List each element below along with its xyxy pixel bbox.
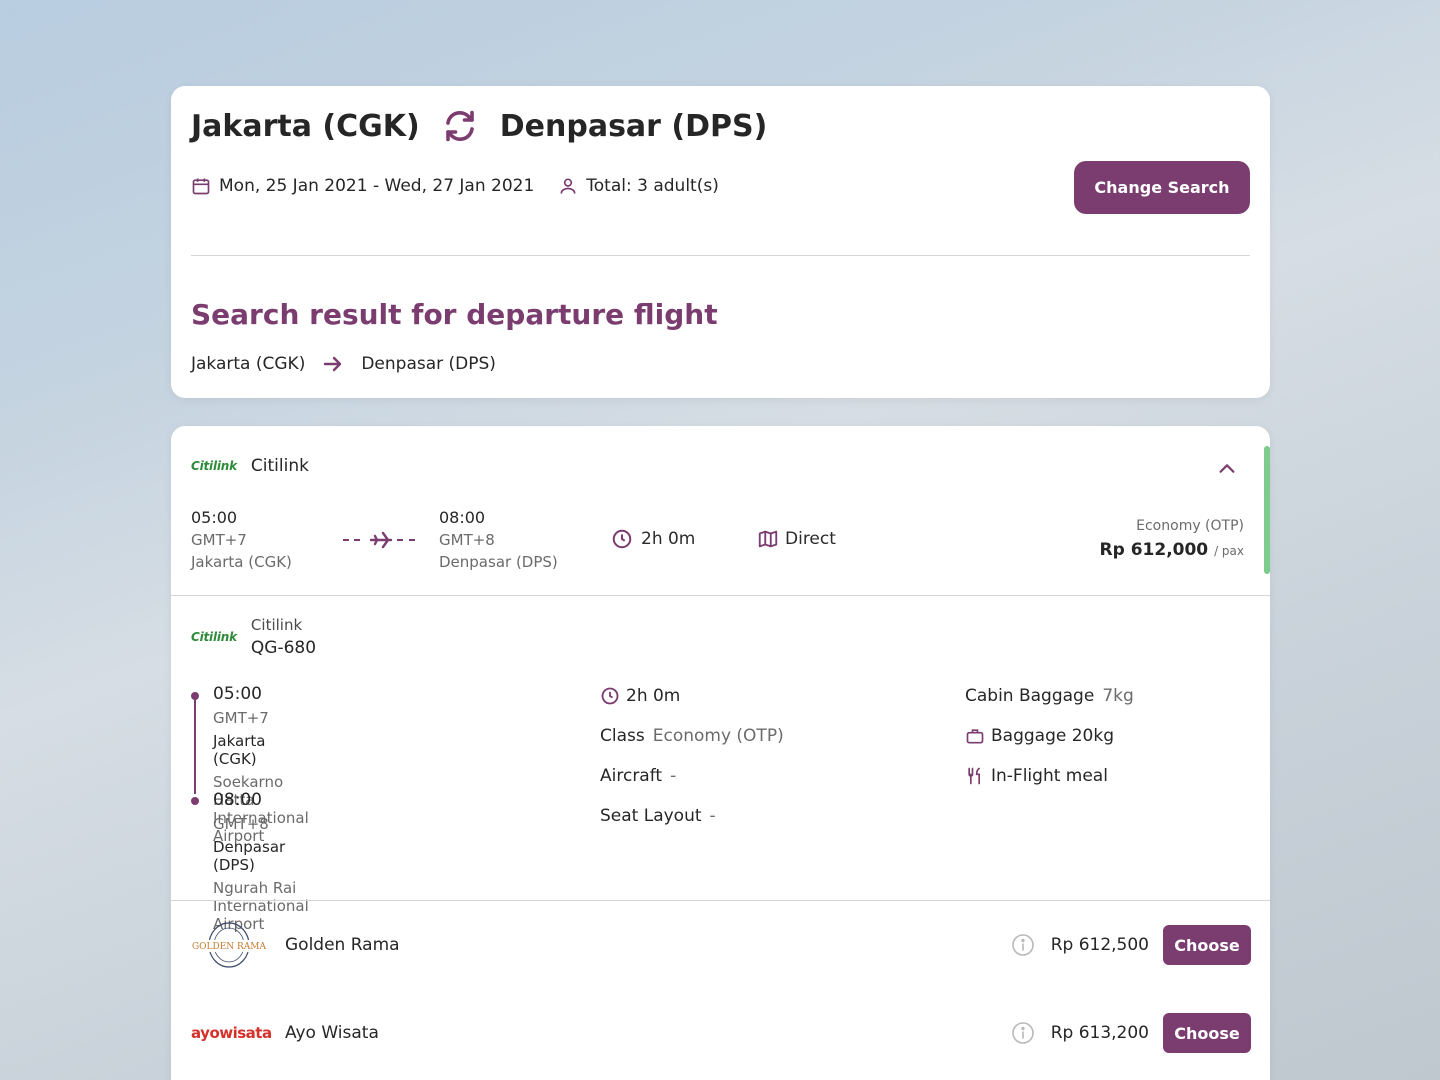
cabin-baggage-value: 7kg [1102,686,1134,706]
per-pax: / pax [1214,544,1244,558]
fare-price: Rp 612,000 [1099,540,1209,560]
stop-timezone: GMT+7 [213,709,269,727]
detail-duration: 2h 0m [600,686,784,726]
depart-city: Jakarta (CGK) [191,553,292,571]
flight-result-card: Citilink Citilink 05:00 GMT+7 Jakarta (C… [171,426,1270,1080]
info-icon[interactable] [1011,933,1035,957]
arrive-city: Denpasar (DPS) [439,553,558,571]
origin-city: Jakarta (CGK) [191,108,420,144]
result-origin: Jakarta (CGK) [191,354,306,374]
baggage-column: Cabin Baggage 7kg Baggage 20kg In-Flight… [965,686,1134,806]
depart-timezone: GMT+7 [191,531,247,549]
stop-time: 08:00 [213,790,262,810]
agent-row: ayowisata Ayo Wisata Rp 613,200 Choose [191,1003,1251,1063]
choose-button[interactable]: Choose [1163,1013,1251,1053]
duration-text: 2h 0m [626,686,681,706]
stop-city: Jakarta (CGK) [213,732,266,768]
divider [191,255,1250,256]
aircraft-value: - [670,766,677,786]
swap-route-icon[interactable] [442,108,478,144]
flight-header: Citilink Citilink [191,456,309,476]
golden-rama-logo-text: GOLDEN RAMA [192,942,267,952]
stop-time: 05:00 [213,684,262,704]
duration-text: 2h 0m [641,529,696,549]
fare-summary: Economy (OTP) Rp 612,000 / pax [1100,518,1244,560]
plane-icon [341,528,421,552]
agent-price: Rp 613,200 [1050,1023,1149,1043]
travel-dates: Mon, 25 Jan 2021 - Wed, 27 Jan 2021 [219,176,535,196]
departure-summary: 05:00 GMT+7 Jakarta (CGK) [191,508,292,571]
result-route: Jakarta (CGK) Denpasar (DPS) [191,352,496,376]
divider [171,900,1270,901]
utensils-icon [965,766,985,786]
depart-time: 05:00 [191,508,238,527]
passenger-count: Total: 3 adult(s) [586,176,719,196]
search-summary-card: Jakarta (CGK) Denpasar (DPS) Mon, 25 Jan… [171,86,1270,398]
result-title: Search result for departure flight [191,298,718,331]
search-meta: Mon, 25 Jan 2021 - Wed, 27 Jan 2021 Tota… [191,176,719,196]
stop-timezone: GMT+8 [213,815,269,833]
timeline-dot [191,797,199,805]
arrival-summary: 08:00 GMT+8 Denpasar (DPS) [439,508,558,571]
clock-icon [600,686,620,706]
divider [171,595,1270,596]
change-search-button[interactable]: Change Search [1074,161,1250,214]
luggage-icon [965,726,985,746]
selection-accent [1264,446,1270,574]
checked-baggage: Baggage 20kg [965,726,1134,766]
flight-info-column: 2h 0m Class Economy (OTP) Aircraft - Sea… [600,686,784,846]
citilink-logo: Citilink [191,630,237,644]
cabin-baggage: Cabin Baggage 7kg [965,686,1134,726]
agent-row: GOLDEN RAMA Golden Rama Rp 612,500 Choos… [191,915,1251,975]
arrival-stop: 08:00 GMT+8 Denpasar (DPS) Ngurah Rai In… [213,790,309,933]
chevron-up-icon[interactable] [1216,458,1238,480]
stop-city: Denpasar (DPS) [213,838,286,874]
class-label: Class [600,726,645,746]
citilink-logo: Citilink [191,459,237,473]
seat-layout-value: - [709,806,716,826]
golden-rama-logo: GOLDEN RAMA [191,920,267,970]
detail-class: Class Economy (OTP) [600,726,784,766]
detail-seat-layout: Seat Layout - [600,806,784,846]
arrow-right-icon [321,352,345,376]
arrive-time: 08:00 [439,508,486,527]
result-destination: Denpasar (DPS) [361,354,496,374]
destination-city: Denpasar (DPS) [499,108,768,144]
in-flight-meal: In-Flight meal [965,766,1134,806]
choose-button[interactable]: Choose [1163,925,1251,965]
class-value: Economy (OTP) [652,726,784,746]
info-icon[interactable] [1011,1021,1035,1045]
clock-icon [611,528,633,550]
cabin-baggage-label: Cabin Baggage [965,686,1095,706]
seat-layout-label: Seat Layout [600,806,702,826]
calendar-icon [191,176,211,196]
flight-stops: Direct [757,528,836,550]
arrive-timezone: GMT+8 [439,531,495,549]
flight-duration: 2h 0m [611,528,695,550]
user-icon [558,176,578,196]
ayo-wisata-logo: ayowisata [191,1008,272,1058]
detail-aircraft: Aircraft - [600,766,784,806]
agent-price: Rp 612,500 [1050,935,1149,955]
route-title: Jakarta (CGK) Denpasar (DPS) [191,108,767,144]
agent-name: Ayo Wisata [285,1023,379,1043]
timeline-line [194,696,196,794]
aircraft-label: Aircraft [600,766,663,786]
airline-name: Citilink [250,456,309,476]
detail-airline: Citilink [250,616,303,634]
agent-name: Golden Rama [285,935,400,955]
ayo-wisata-logo-text: ayowisata [191,1024,272,1042]
map-icon [757,528,779,550]
baggage-text: Baggage 20kg [991,726,1115,746]
flight-number: QG-680 [250,638,317,658]
flight-detail-header: Citilink Citilink QG-680 [191,616,316,658]
meal-text: In-Flight meal [991,766,1108,786]
stops-text: Direct [785,529,836,549]
fare-class: Economy (OTP) [1136,518,1244,534]
